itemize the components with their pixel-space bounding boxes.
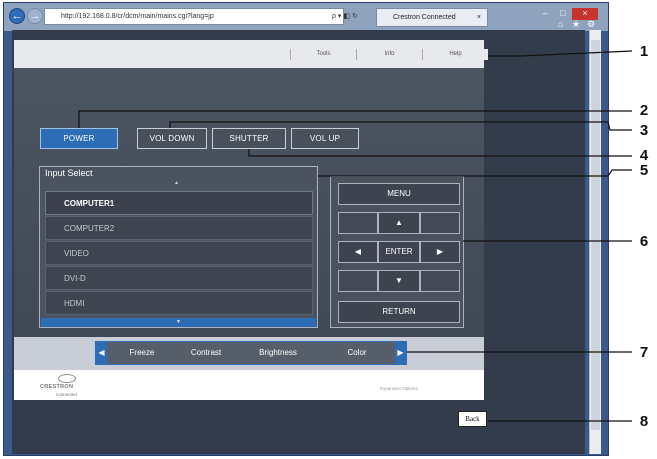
callout-1: 1	[639, 43, 649, 60]
callout-line-1	[488, 50, 633, 57]
callout-5: 5	[639, 162, 649, 179]
callout-2: 2	[639, 102, 649, 119]
callout-line-4	[248, 149, 632, 157]
callout-7: 7	[639, 344, 649, 361]
callout-lines	[78, 50, 633, 422]
callout-6: 6	[639, 233, 649, 250]
callout-line-3	[169, 121, 632, 131]
callout-3: 3	[639, 122, 649, 139]
callout-line-5	[318, 169, 632, 177]
callout-8: 8	[639, 413, 649, 430]
callout-line-2	[78, 110, 632, 128]
